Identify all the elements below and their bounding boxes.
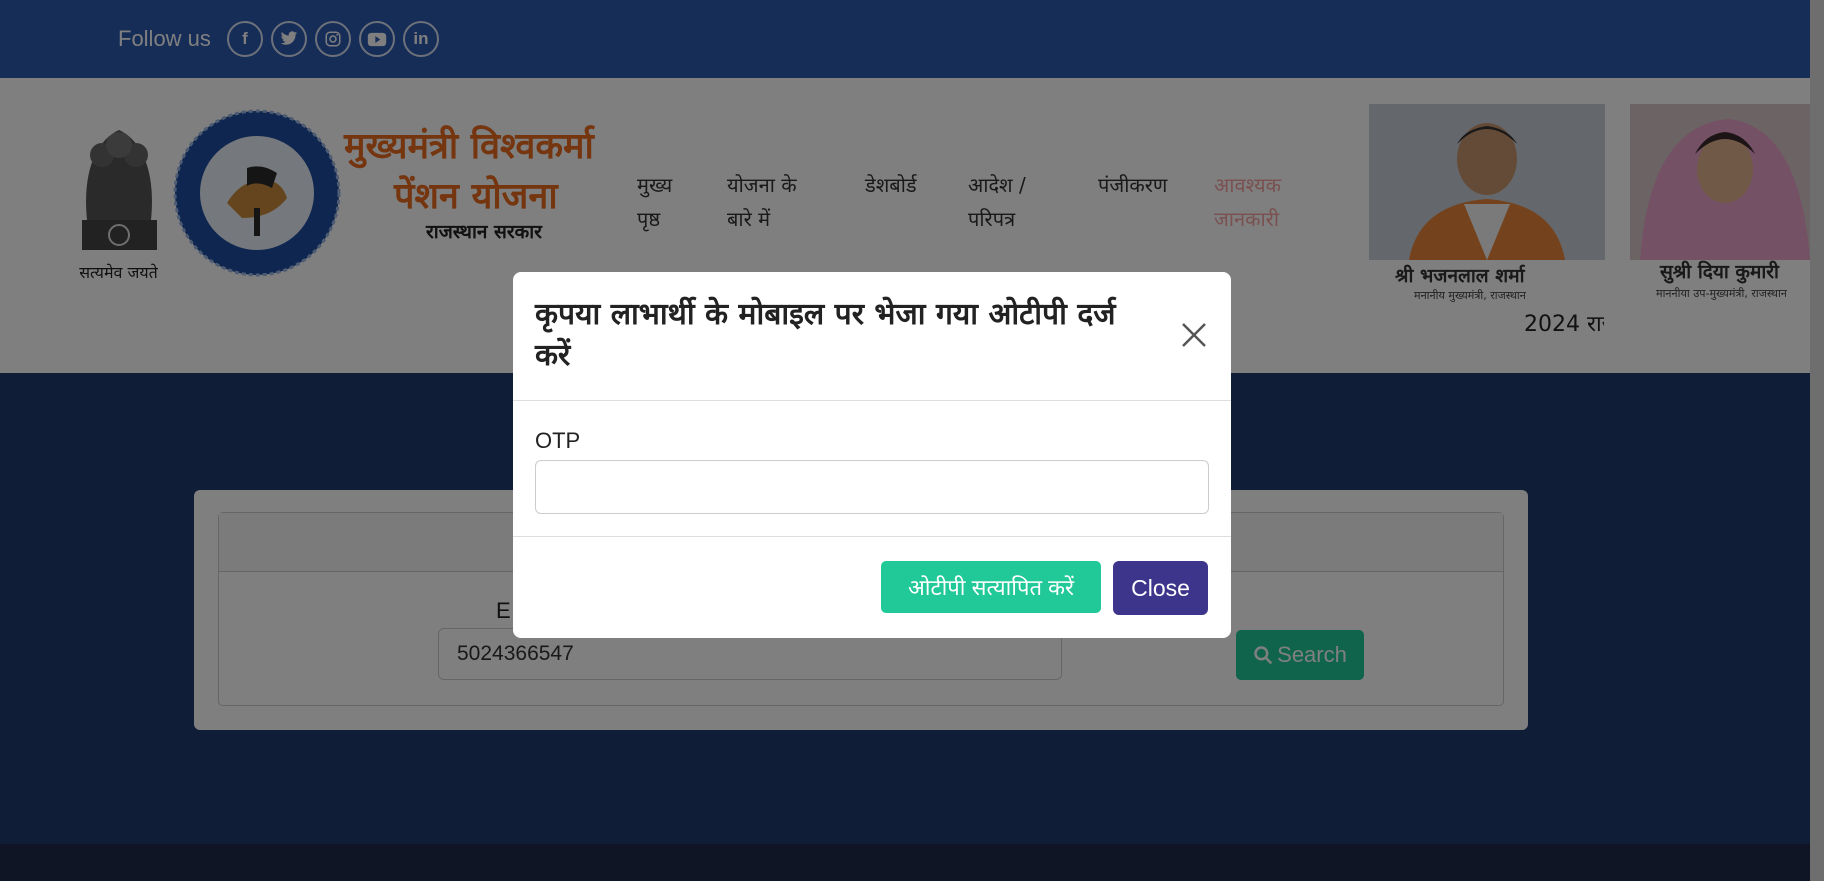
divider [513, 400, 1231, 401]
verify-otp-button[interactable]: ओटीपी सत्यापित करें [881, 561, 1101, 613]
close-icon[interactable] [1177, 318, 1211, 352]
otp-modal: कृपया लाभार्थी के मोबाइल पर भेजा गया ओटी… [513, 272, 1231, 638]
otp-label: OTP [535, 428, 581, 453]
close-button[interactable]: Close [1113, 561, 1208, 615]
modal-title: कृपया लाभार्थी के मोबाइल पर भेजा गया ओटी… [535, 297, 1116, 373]
divider [513, 536, 1231, 537]
otp-input[interactable] [535, 460, 1209, 514]
